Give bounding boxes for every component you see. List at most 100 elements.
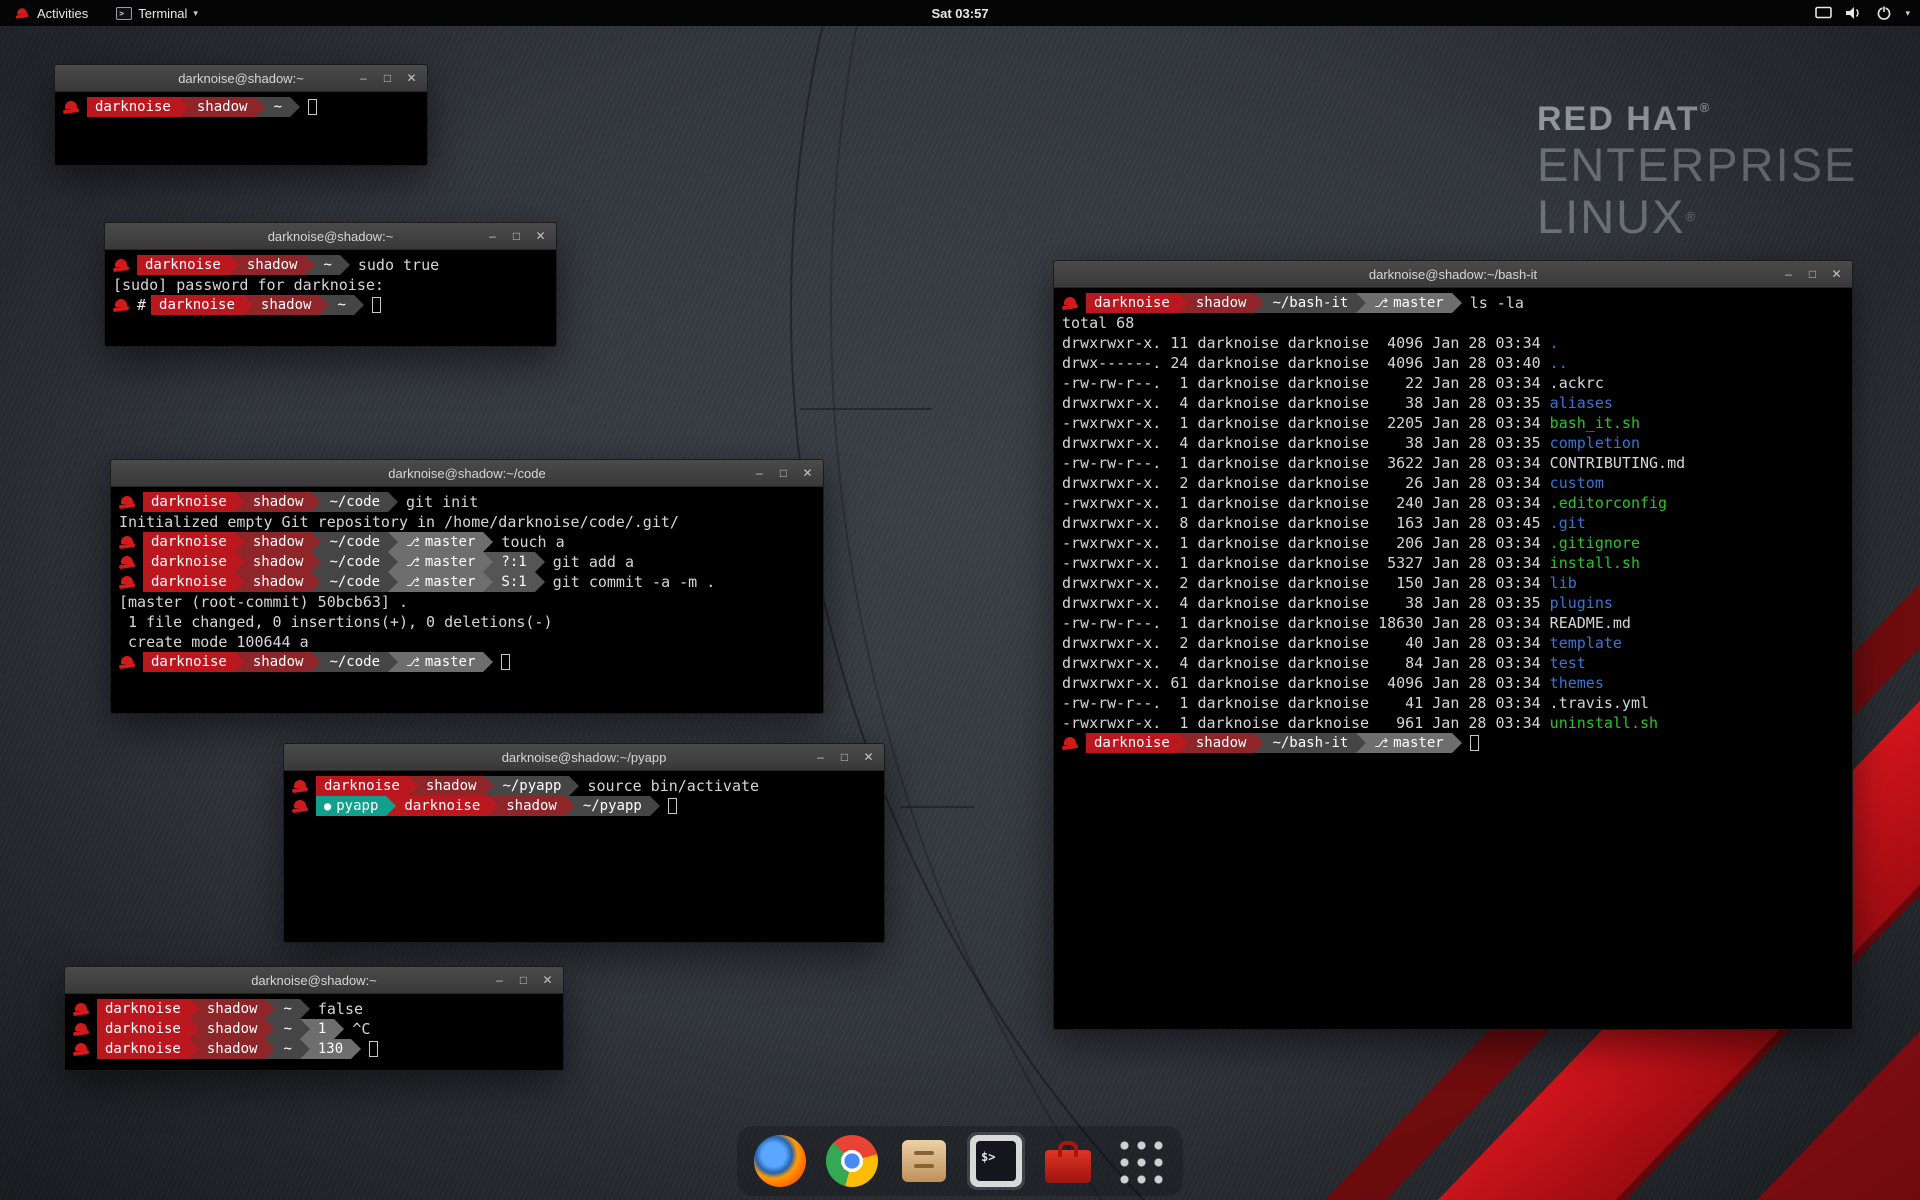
powerline-arrow-icon — [189, 1019, 199, 1039]
maximize-button[interactable]: □ — [380, 71, 395, 86]
file-name: completion — [1550, 434, 1640, 452]
prompt-segment-host: shadow — [239, 255, 306, 275]
maximize-button[interactable]: □ — [516, 973, 531, 988]
prompt-segment-status: S:1 — [493, 572, 534, 592]
activities-button[interactable]: Activities — [10, 0, 92, 26]
file-name: README.md — [1550, 614, 1631, 632]
terminal-window-home: darknoise@shadow:~ – □ ✕ darknoiseshadow… — [54, 64, 428, 166]
terminal-cursor — [1470, 735, 1479, 751]
power-icon[interactable] — [1876, 5, 1892, 21]
app-menu-terminal[interactable]: Terminal ▾ — [112, 0, 202, 26]
chrome-dock-icon[interactable] — [823, 1132, 881, 1190]
close-button[interactable]: ✕ — [800, 466, 815, 481]
powerline-arrow-icon — [255, 97, 265, 117]
redhat-prompt-icon — [292, 779, 309, 794]
window-titlebar[interactable]: darknoise@shadow:~ – □ ✕ — [65, 967, 563, 994]
terminal-line: darknoiseshadow~/bash-it⎇masterls -la — [1062, 293, 1844, 313]
minimize-button[interactable]: – — [492, 973, 507, 988]
terminal-line: drwxrwxr-x. 2 darknoise darknoise 40 Jan… — [1062, 633, 1844, 653]
files-dock-icon[interactable] — [895, 1132, 953, 1190]
branch-icon: ⎇ — [1374, 733, 1388, 753]
maximize-button[interactable]: □ — [509, 229, 524, 244]
terminal-dock-icon[interactable] — [967, 1132, 1025, 1190]
window-titlebar[interactable]: darknoise@shadow:~/bash-it – □ ✕ — [1054, 261, 1852, 288]
minimize-button[interactable]: – — [1781, 267, 1796, 282]
prompt-segment-user: darknoise — [151, 295, 243, 315]
powerline-arrow-icon — [1356, 293, 1366, 313]
terminal-content[interactable]: darknoiseshadow~sudo true[sudo] password… — [105, 250, 556, 346]
terminal-line: [master (root-commit) 50bcb63] . — [119, 592, 815, 612]
close-button[interactable]: ✕ — [1829, 267, 1844, 282]
command-text: source bin/activate — [579, 776, 759, 796]
terminal-content[interactable]: darknoiseshadow~falsedarknoiseshadow~1^C… — [65, 994, 563, 1070]
prompt-segment-host: shadow — [498, 796, 565, 816]
powerline-arrow-icon — [1452, 733, 1462, 753]
powerline-arrow-icon — [334, 1019, 344, 1039]
window-titlebar[interactable]: darknoise@shadow:~/pyapp – □ ✕ — [284, 744, 884, 771]
terminal-line: darknoiseshadow~1^C — [73, 1019, 555, 1039]
terminal-line: -rw-rw-r--. 1 darknoise darknoise 22 Jan… — [1062, 373, 1844, 393]
terminal-line: -rwxrwxr-x. 1 darknoise darknoise 961 Ja… — [1062, 713, 1844, 733]
display-icon[interactable] — [1815, 6, 1832, 20]
terminal-window-bash-it: darknoise@shadow:~/bash-it – □ ✕ darknoi… — [1053, 260, 1853, 1030]
prompt-segment-host: shadow — [1188, 293, 1255, 313]
terminal-content[interactable]: darknoiseshadow~/pyappsource bin/activat… — [284, 771, 884, 942]
toolbox-dock-icon[interactable] — [1039, 1132, 1097, 1190]
prompt-segment-branch: ⎇master — [398, 652, 483, 672]
file-name: .gitignore — [1550, 534, 1640, 552]
powerline-arrow-icon — [235, 652, 245, 672]
maximize-button[interactable]: □ — [837, 750, 852, 765]
powerline-arrow-icon — [340, 255, 350, 275]
command-text: false — [310, 999, 363, 1019]
app-grid-icon — [1114, 1135, 1166, 1187]
powerline-arrow-icon — [300, 1019, 310, 1039]
minimize-button[interactable]: – — [813, 750, 828, 765]
powerline-arrow-icon — [290, 97, 300, 117]
close-button[interactable]: ✕ — [404, 71, 419, 86]
window-titlebar[interactable]: darknoise@shadow:~ – □ ✕ — [105, 223, 556, 250]
clock[interactable]: Sat 03:57 — [931, 6, 988, 21]
volume-icon[interactable] — [1845, 6, 1863, 20]
prompt-segment-host: shadow — [253, 295, 320, 315]
terminal-content[interactable]: darknoiseshadow~/bash-it⎇masterls -latot… — [1054, 288, 1852, 1029]
minimize-button[interactable]: – — [356, 71, 371, 86]
close-button[interactable]: ✕ — [861, 750, 876, 765]
toolbox-icon — [1042, 1135, 1094, 1187]
terminal-window-pyapp: darknoise@shadow:~/pyapp – □ ✕ darknoise… — [283, 743, 885, 943]
powerline-arrow-icon — [388, 652, 398, 672]
close-button[interactable]: ✕ — [533, 229, 548, 244]
prompt-segment-venv: ●pyapp — [316, 796, 386, 816]
terminal-content[interactable]: darknoiseshadow~/codegit initInitialized… — [111, 487, 823, 713]
window-titlebar[interactable]: darknoise@shadow:~ – □ ✕ — [55, 65, 427, 92]
prompt-segment-path: ~ — [275, 1039, 299, 1059]
firefox-dock-icon[interactable] — [751, 1132, 809, 1190]
window-titlebar[interactable]: darknoise@shadow:~/code – □ ✕ — [111, 460, 823, 487]
root-indicator: # — [137, 295, 146, 315]
maximize-button[interactable]: □ — [776, 466, 791, 481]
minimize-button[interactable]: – — [752, 466, 767, 481]
prompt-segment-branch: ⎇master — [398, 552, 483, 572]
powerline-arrow-icon — [650, 796, 660, 816]
minimize-button[interactable]: – — [485, 229, 500, 244]
branch-icon: ⎇ — [406, 572, 420, 592]
app-menu-label: Terminal — [138, 6, 187, 21]
prompt-segment-host: shadow — [245, 532, 312, 552]
powerline-arrow-icon — [235, 552, 245, 572]
prompt-segment-user: darknoise — [143, 572, 235, 592]
files-icon — [898, 1135, 950, 1187]
powerline-arrow-icon — [235, 532, 245, 552]
prompt-segment-branch: ⎇master — [398, 532, 483, 552]
terminal-content[interactable]: darknoiseshadow~ — [55, 92, 427, 165]
file-name: lib — [1550, 574, 1577, 592]
close-button[interactable]: ✕ — [540, 973, 555, 988]
app-grid-dock-icon[interactable] — [1111, 1132, 1169, 1190]
terminal-line: darknoiseshadow~/code⎇master — [119, 652, 815, 672]
terminal-line: darknoiseshadow~/pyappsource bin/activat… — [292, 776, 876, 796]
prompt-segment-user: darknoise — [143, 532, 235, 552]
terminal-cursor — [501, 654, 510, 670]
maximize-button[interactable]: □ — [1805, 267, 1820, 282]
terminal-window-sudo: darknoise@shadow:~ – □ ✕ darknoise shadow… — [104, 222, 557, 347]
chevron-down-icon[interactable]: ▾ — [1905, 8, 1910, 19]
prompt-segment-user: darknoise — [143, 492, 235, 512]
terminal-line: darknoiseshadow~/code⎇master?:1git add a — [119, 552, 815, 572]
